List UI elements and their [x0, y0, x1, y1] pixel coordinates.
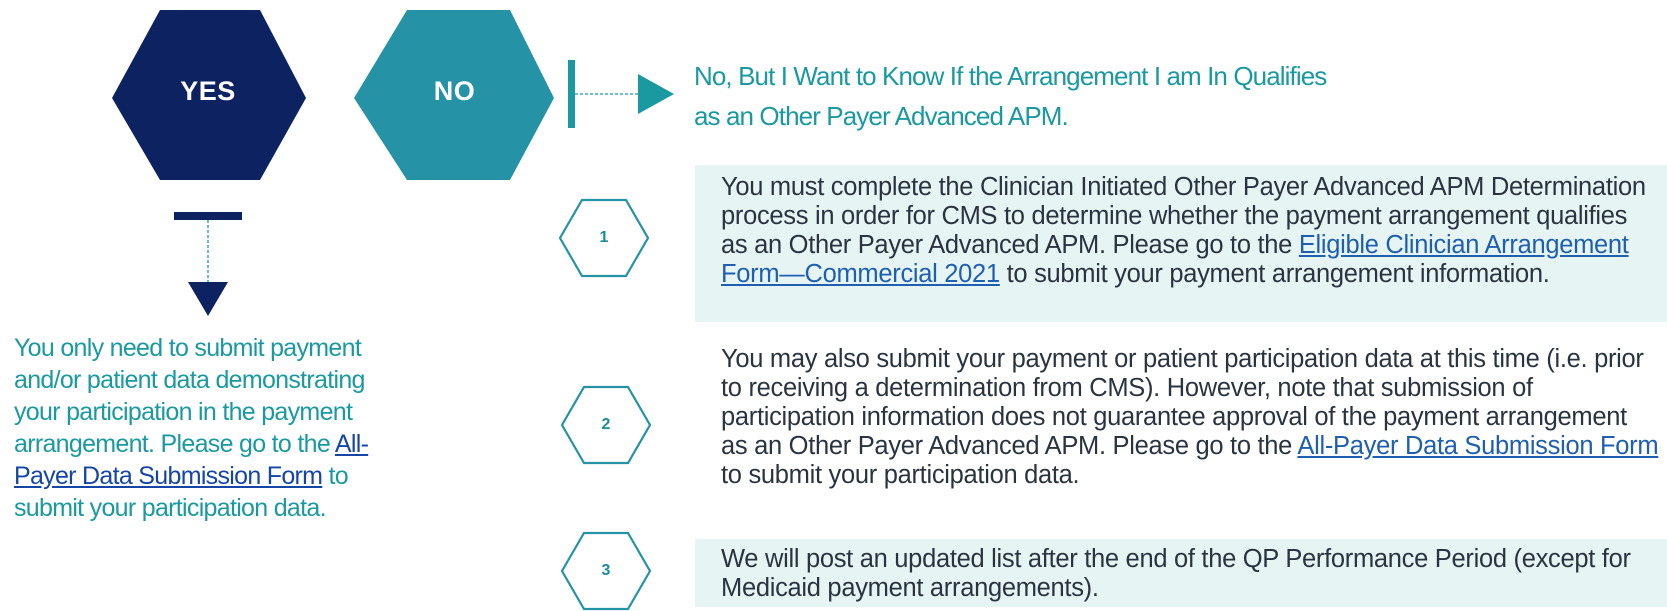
all-payer-data-submission-link-2[interactable]: All-Payer Data Submission Form [1297, 432, 1658, 460]
step-2-box: You may also submit your payment or pati… [695, 341, 1667, 523]
yes-label: YES [180, 76, 236, 106]
step-1-number: 1 [599, 229, 609, 246]
no-heading-line-2: as an Other Payer Advanced APM. [694, 101, 1069, 131]
yes-branch-text: You only need to submit payment and/or p… [14, 332, 414, 524]
yes-branch-arrow [174, 212, 242, 316]
step-2-text-after-link: to submit your participation data. [721, 461, 1080, 489]
step-2-number: 2 [601, 416, 611, 433]
no-branch-heading: No, But I Want to Know If the Arrangemen… [694, 56, 1454, 136]
step-1-text-after-link: to submit your payment arrangement infor… [999, 260, 1550, 288]
no-heading-line-1: No, But I Want to Know If the Arrangemen… [694, 61, 1327, 91]
step-3-text: We will post an updated list after the e… [721, 545, 1631, 602]
step-3-number: 3 [601, 562, 611, 579]
step-3-box: We will post an updated list after the e… [695, 539, 1667, 607]
no-label: NO [433, 76, 476, 106]
no-branch-arrow [568, 60, 674, 128]
yes-text-before-link: You only need to submit payment and/or p… [14, 334, 365, 458]
step-1-box: You must complete the Clinician Initiate… [695, 165, 1667, 322]
